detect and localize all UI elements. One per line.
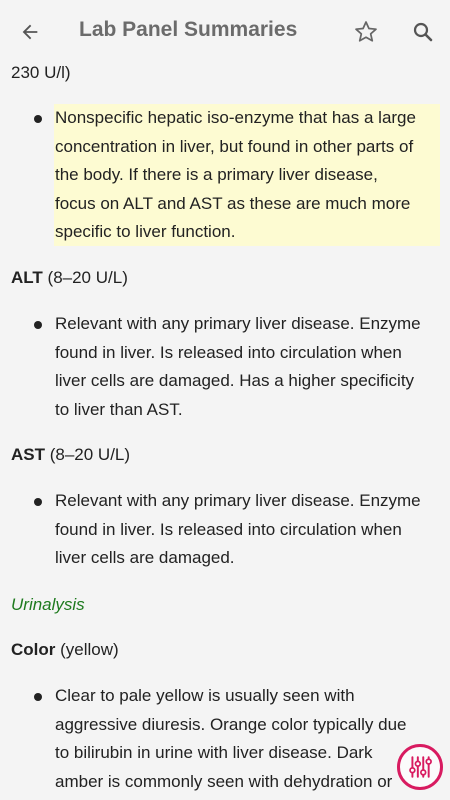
arrow-back-icon bbox=[22, 24, 38, 40]
page-title: Lab Panel Summaries bbox=[79, 18, 298, 41]
bullet-line: concentration in liver, but found in oth… bbox=[55, 136, 414, 156]
section-heading: Urinalysis bbox=[11, 595, 85, 614]
list-item: Clear to pale yellow is usually seen wit… bbox=[55, 682, 441, 796]
bullet-line: liver cells are damaged. bbox=[55, 548, 235, 567]
lab-range: (yellow) bbox=[60, 640, 119, 659]
bullet-line: amber is commonly seen with dehydration … bbox=[55, 771, 393, 791]
bullet-line: Clear to pale yellow is usually seen wit… bbox=[55, 686, 355, 705]
lab-range: (8–20 U/L) bbox=[47, 268, 128, 287]
app-bar: Lab Panel Summaries bbox=[0, 0, 450, 62]
bullet-line: Relevant with any primary liver disease.… bbox=[55, 491, 421, 510]
bullet-line: Nonspecific hepatic iso-enzyme that has … bbox=[55, 108, 416, 127]
star-outline-icon bbox=[355, 21, 377, 42]
back-button[interactable] bbox=[12, 14, 48, 50]
list-item: Nonspecific hepatic iso-enzyme that has … bbox=[55, 104, 441, 247]
lab-name: AST bbox=[11, 445, 45, 464]
sliders-icon bbox=[409, 756, 432, 778]
bullet-line: to liver than AST. bbox=[55, 399, 183, 419]
bullet-dot bbox=[34, 321, 42, 329]
bullet-line: the body. If there is a primary liver di… bbox=[55, 165, 378, 184]
favorite-button[interactable] bbox=[348, 14, 384, 50]
app-screen: Lab Panel Summaries 230 U/l) Nonspecific… bbox=[0, 0, 450, 800]
text-fragment: 230 U/l) bbox=[11, 63, 71, 82]
bullet-line: to bilirubin in urine with liver disease… bbox=[55, 743, 373, 762]
bullet-line: aggressive diuresis. Orange color typica… bbox=[55, 714, 407, 734]
bullet-dot bbox=[34, 498, 42, 506]
list-item: Relevant with any primary liver disease.… bbox=[55, 310, 441, 424]
bullet-line: focus on ALT and AST as these are much m… bbox=[55, 193, 411, 213]
bullet-line: Relevant with any primary liver disease.… bbox=[55, 314, 421, 333]
search-button[interactable] bbox=[405, 14, 441, 50]
list-item: Relevant with any primary liver disease.… bbox=[55, 487, 441, 573]
bullet-line: specific to liver function. bbox=[55, 222, 236, 241]
bullet-dot bbox=[34, 115, 42, 123]
bullet-line: found in liver. Is released into circula… bbox=[55, 342, 402, 362]
lab-item-heading: AST (8–20 U/L) bbox=[11, 441, 130, 470]
bullet-line: found in liver. Is released into circula… bbox=[55, 519, 402, 539]
bullet-dot bbox=[34, 693, 42, 701]
lab-name: ALT bbox=[11, 268, 43, 287]
search-icon bbox=[413, 22, 433, 42]
lab-item-heading: Color (yellow) bbox=[11, 636, 119, 665]
bullet-line: liver cells are damaged. Has a higher sp… bbox=[55, 371, 415, 390]
lab-item-heading: ALT (8–20 U/L) bbox=[11, 264, 128, 293]
lab-name: Color bbox=[11, 640, 56, 659]
filter-fab-button[interactable] bbox=[397, 744, 443, 790]
lab-range: (8–20 U/L) bbox=[49, 445, 131, 464]
content-scroll-area[interactable]: 230 U/l) Nonspecific hepatic iso-enzyme … bbox=[0, 62, 450, 800]
